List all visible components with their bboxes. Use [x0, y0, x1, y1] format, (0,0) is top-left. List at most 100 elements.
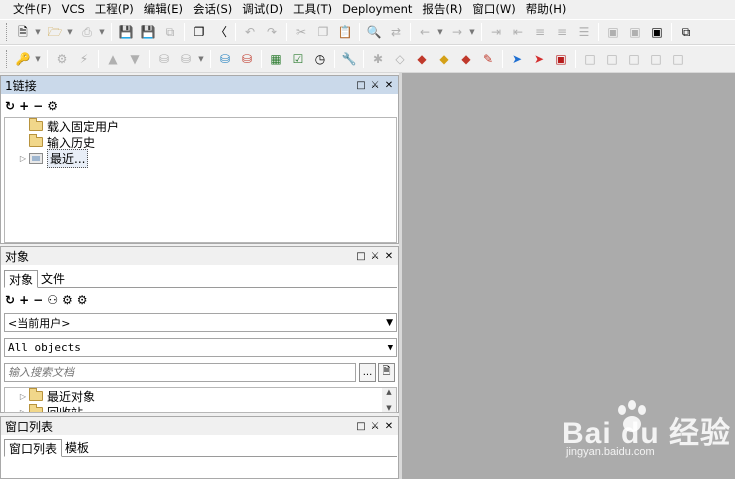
- menu-tools[interactable]: 工具(T): [288, 0, 337, 18]
- format-icon[interactable]: ☰: [574, 22, 594, 42]
- browse-button[interactable]: ...: [359, 363, 376, 382]
- object-red-icon[interactable]: ◆: [412, 49, 432, 69]
- expand-arrow-icon[interactable]: ▷: [17, 392, 29, 401]
- menu-debug[interactable]: 调试(D): [237, 0, 288, 18]
- scroll-down-icon[interactable]: ▼: [386, 404, 391, 412]
- tree-item[interactable]: ▷ 最近...: [5, 148, 396, 168]
- schedule-icon[interactable]: ◷: [310, 49, 330, 69]
- object-pen-icon[interactable]: ✎: [478, 49, 498, 69]
- tab-objects[interactable]: 对象: [4, 270, 39, 288]
- maximize-icon[interactable]: □: [354, 247, 368, 265]
- tab-window-list[interactable]: 窗口列表: [4, 439, 63, 457]
- redo-icon[interactable]: ↷: [262, 22, 282, 42]
- dropdown-arrow-icon[interactable]: ▼: [388, 339, 393, 356]
- pin-icon[interactable]: ⚔: [368, 76, 382, 94]
- maximize-icon[interactable]: □: [354, 76, 368, 94]
- sql-dropdown-icon[interactable]: ▼: [197, 55, 205, 63]
- object-edit-icon[interactable]: ◆: [456, 49, 476, 69]
- add-icon[interactable]: +: [19, 99, 29, 113]
- navigate-forward-icon[interactable]: →: [447, 22, 467, 42]
- tree-item[interactable]: ▷ 最近对象: [5, 388, 396, 404]
- run-icon[interactable]: ⚡: [74, 49, 94, 69]
- expand-arrow-icon[interactable]: ▷: [17, 154, 29, 163]
- bookmark-clear-icon[interactable]: ▣: [647, 22, 667, 42]
- indent-icon[interactable]: ⇥: [486, 22, 506, 42]
- compile-icon[interactable]: ⚙: [52, 49, 72, 69]
- debug-over-icon[interactable]: □: [602, 49, 622, 69]
- debug-stop-icon[interactable]: □: [668, 49, 688, 69]
- object-yellow-icon[interactable]: ◆: [434, 49, 454, 69]
- debug-step-icon[interactable]: □: [580, 49, 600, 69]
- vertical-scrollbar[interactable]: ▲ ▼: [382, 388, 396, 412]
- tree-item[interactable]: ▷ 回收站: [5, 404, 396, 413]
- save-as-icon[interactable]: 💾: [138, 22, 158, 42]
- binoculars-icon[interactable]: ⚇: [47, 293, 58, 307]
- sql-icon[interactable]: ⛁: [176, 49, 196, 69]
- menu-reports[interactable]: 报告(R): [417, 0, 467, 18]
- comment-icon[interactable]: ≡: [530, 22, 550, 42]
- open-dropdown-icon[interactable]: ▼: [66, 28, 74, 36]
- tab-templates[interactable]: 模板: [61, 439, 93, 456]
- scroll-up-icon[interactable]: ▲: [386, 388, 391, 396]
- new-window-icon[interactable]: ❐: [189, 22, 209, 42]
- cut-icon[interactable]: ✂: [291, 22, 311, 42]
- close-window-icon[interactable]: 〈: [211, 22, 231, 42]
- search-options-icon[interactable]: 🗎: [378, 363, 395, 382]
- menu-file[interactable]: 文件(F): [8, 0, 57, 18]
- db-connect-icon[interactable]: ⛁: [215, 49, 235, 69]
- add-icon[interactable]: +: [19, 293, 29, 307]
- tag-icon[interactable]: ◇: [390, 49, 410, 69]
- bookmark-icon[interactable]: ▣: [603, 22, 623, 42]
- tree-item[interactable]: 载入固定用户: [5, 118, 396, 134]
- find-icon[interactable]: 🔍: [364, 22, 384, 42]
- close-icon[interactable]: ✕: [382, 417, 396, 435]
- object-type-combo[interactable]: All objects ▼: [4, 338, 397, 357]
- print-dropdown-icon[interactable]: ▼: [98, 28, 106, 36]
- db-disconnect-icon[interactable]: ⛁: [237, 49, 257, 69]
- expand-arrow-icon[interactable]: ▷: [17, 408, 29, 413]
- toolbox-icon[interactable]: ▣: [551, 49, 571, 69]
- close-icon[interactable]: ✕: [382, 247, 396, 265]
- uncomment-icon[interactable]: ≡: [552, 22, 572, 42]
- menu-vcs[interactable]: VCS: [57, 0, 90, 18]
- new-dropdown-icon[interactable]: ▼: [34, 28, 42, 36]
- database-icon[interactable]: ⛁: [154, 49, 174, 69]
- menu-session[interactable]: 会话(S): [188, 0, 237, 18]
- checklist-icon[interactable]: ☑: [288, 49, 308, 69]
- close-icon[interactable]: ✕: [382, 76, 396, 94]
- pin-icon[interactable]: ⚔: [368, 247, 382, 265]
- forward-dropdown-icon[interactable]: ▼: [468, 28, 476, 36]
- wrench-icon[interactable]: 🔧: [339, 49, 359, 69]
- tab-files[interactable]: 文件: [37, 270, 69, 287]
- explain-icon[interactable]: ▦: [266, 49, 286, 69]
- bookmark-next-icon[interactable]: ▣: [625, 22, 645, 42]
- menu-window[interactable]: 窗口(W): [467, 0, 520, 18]
- maximize-icon[interactable]: □: [354, 417, 368, 435]
- new-file-icon[interactable]: 🗎: [13, 22, 33, 42]
- copy-icon[interactable]: ❐: [313, 22, 333, 42]
- dropdown-arrow-icon[interactable]: ▼: [386, 314, 393, 331]
- menu-project[interactable]: 工程(P): [90, 0, 139, 18]
- menu-help[interactable]: 帮助(H): [521, 0, 572, 18]
- remove-icon[interactable]: −: [33, 293, 43, 307]
- debug-run-icon[interactable]: □: [646, 49, 666, 69]
- print-icon[interactable]: ⎙: [77, 22, 97, 42]
- key-icon[interactable]: 🔑: [13, 49, 33, 69]
- navigate-back-icon[interactable]: ←: [415, 22, 435, 42]
- undo-icon[interactable]: ↶: [240, 22, 260, 42]
- save-icon[interactable]: 💾: [116, 22, 136, 42]
- search-input[interactable]: [4, 363, 356, 382]
- properties-icon[interactable]: ⚙: [47, 99, 58, 113]
- windows-icon[interactable]: ⧉: [676, 22, 696, 42]
- arrow-right-blue-icon[interactable]: ➤: [507, 49, 527, 69]
- save-all-icon[interactable]: ⧉: [160, 22, 180, 42]
- remove-icon[interactable]: −: [33, 99, 43, 113]
- back-dropdown-icon[interactable]: ▼: [436, 28, 444, 36]
- arrow-right-red-icon[interactable]: ➤: [529, 49, 549, 69]
- paste-icon[interactable]: 📋: [335, 22, 355, 42]
- replace-icon[interactable]: ⇄: [386, 22, 406, 42]
- owner-combo[interactable]: <当前用户> ▼: [4, 313, 397, 332]
- menu-edit[interactable]: 编辑(E): [139, 0, 188, 18]
- toolbar-grip[interactable]: [6, 23, 9, 41]
- menu-deployment[interactable]: Deployment: [337, 0, 417, 18]
